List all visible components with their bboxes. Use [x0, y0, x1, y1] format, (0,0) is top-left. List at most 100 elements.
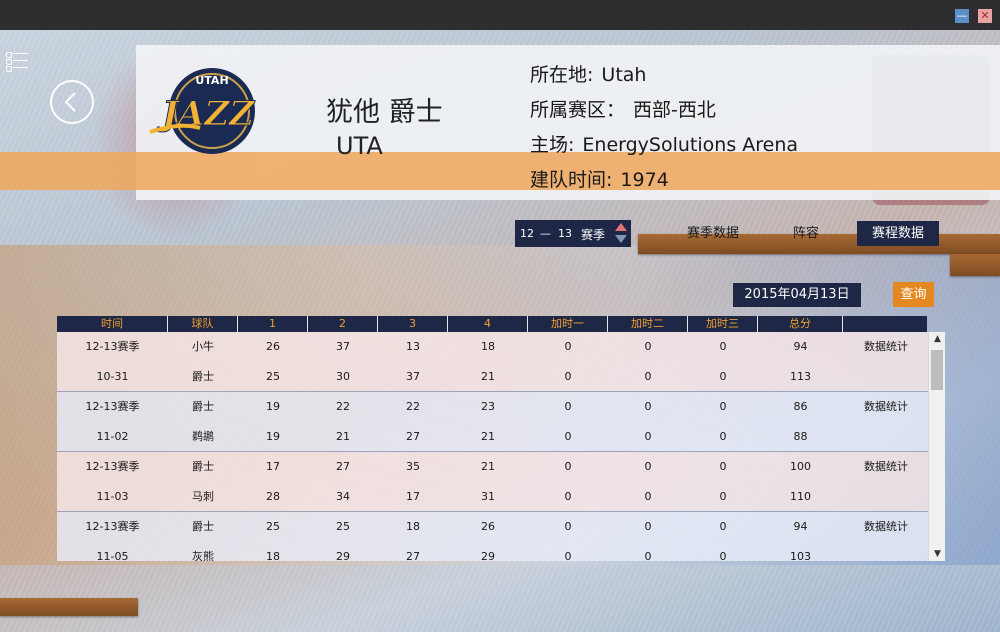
cell-date: 11-02 — [96, 430, 129, 443]
column-header: 球队 — [168, 316, 238, 332]
cell-score: 0 — [719, 400, 727, 413]
cell-total: 94 — [793, 520, 808, 533]
season-label: 赛季 — [581, 228, 606, 242]
scroll-down-icon[interactable]: ▼ — [929, 547, 945, 561]
cell-score: 22 — [336, 400, 350, 413]
cell-team: 鹈鹕 — [192, 430, 214, 443]
cell-score: 21 — [481, 460, 495, 473]
cell-total: 103 — [790, 550, 811, 561]
cell-team: 爵士 — [192, 520, 214, 533]
cell-score: 0 — [719, 340, 727, 353]
info-location: 所在地: Utah — [530, 60, 646, 87]
cell-total: 86 — [793, 400, 808, 413]
cell-score: 0 — [564, 400, 572, 413]
wood-plank-decoration — [0, 598, 138, 616]
schedule-table: 时间 球队 1 2 3 4 加时一 加时二 加时三 总分 12-13赛季 小牛 26… — [57, 316, 945, 561]
column-header: 加时一 — [528, 316, 608, 332]
season-up-icon[interactable] — [615, 223, 627, 231]
table-body: 12-13赛季 小牛 26 37 13 18 0 0 0 94 10-31 爵士 25 30 37 21 0 0 0… — [57, 332, 928, 561]
scroll-up-icon[interactable]: ▲ — [929, 332, 945, 346]
scrollbar-thumb[interactable] — [931, 350, 943, 390]
season-selector[interactable]: 12 — 13 赛季 — [515, 220, 631, 247]
cell-score: 0 — [719, 370, 727, 383]
column-header: 加时二 — [608, 316, 688, 332]
date-field[interactable]: 2015年04月13日 — [733, 283, 861, 307]
menu-icon[interactable] — [6, 50, 28, 72]
info-label: 所在地: — [530, 64, 594, 86]
tab-roster[interactable]: 阵容 — [780, 221, 832, 246]
cell-score: 0 — [644, 340, 652, 353]
cell-date: 11-03 — [96, 490, 129, 503]
column-header: 总分 — [758, 316, 843, 332]
team-logo: UTAH JAZZ — [140, 62, 274, 160]
cell-season: 12-13赛季 — [85, 520, 140, 533]
info-label: 建队时间: — [530, 169, 613, 191]
cell-score: 34 — [336, 490, 350, 503]
info-label: 所属赛区： — [530, 99, 626, 121]
cell-score: 21 — [481, 370, 495, 383]
cell-score: 21 — [481, 430, 495, 443]
table-row[interactable]: 12-13赛季 小牛 26 37 13 18 0 0 0 94 10-31 爵士 25 30 37 21 0 0 0… — [57, 332, 928, 392]
cell-score: 26 — [266, 340, 280, 353]
table-row[interactable]: 12-13赛季 爵士 17 27 35 21 0 0 0 100 11-03 马刺 28 34 17 31 0 0… — [57, 452, 928, 512]
cell-total: 113 — [790, 370, 811, 383]
info-value: EnergySolutions Arena — [582, 134, 799, 156]
stats-link[interactable]: 数据统计 — [847, 452, 925, 482]
table-header: 时间 球队 1 2 3 4 加时一 加时二 加时三 总分 — [57, 316, 927, 332]
cell-score: 0 — [564, 490, 572, 503]
column-header: 3 — [378, 316, 448, 332]
cell-score: 25 — [266, 370, 280, 383]
info-division: 所属赛区： 西部-西北 — [530, 95, 716, 122]
cell-score: 0 — [644, 430, 652, 443]
minimize-button[interactable]: — — [955, 9, 969, 23]
cell-season: 12-13赛季 — [85, 460, 140, 473]
info-label: 主场: — [530, 134, 575, 156]
team-abbreviation: UTA — [336, 132, 383, 160]
column-header: 2 — [308, 316, 378, 332]
cell-score: 0 — [564, 370, 572, 383]
tab-schedule[interactable]: 赛程数据 — [857, 221, 939, 246]
cell-score: 31 — [481, 490, 495, 503]
cell-score: 35 — [406, 460, 420, 473]
stats-link[interactable]: 数据统计 — [847, 392, 925, 422]
wood-plank-decoration — [950, 254, 1000, 276]
cell-score: 0 — [564, 340, 572, 353]
cell-date: 10-31 — [96, 370, 129, 383]
season-down-icon[interactable] — [615, 235, 627, 243]
cell-score: 30 — [336, 370, 350, 383]
info-value: 1974 — [620, 169, 669, 191]
cell-score: 25 — [336, 520, 350, 533]
table-row[interactable]: 12-13赛季 爵士 19 22 22 23 0 0 0 86 11-02 鹈鹕 19 21 27 21 0 0 0… — [57, 392, 928, 452]
cell-score: 0 — [644, 490, 652, 503]
table-row[interactable]: 12-13赛季 爵士 25 25 18 26 0 0 0 94 11-05 灰熊 18 29 27 29 0 0 0… — [57, 512, 928, 561]
cell-score: 28 — [266, 490, 280, 503]
cell-season: 12-13赛季 — [85, 340, 140, 353]
cell-score: 0 — [564, 430, 572, 443]
query-button[interactable]: 查询 — [893, 282, 934, 307]
cell-score: 0 — [719, 460, 727, 473]
chevron-left-icon — [64, 92, 76, 112]
cell-score: 37 — [406, 370, 420, 383]
cell-score: 0 — [564, 520, 572, 533]
cell-score: 37 — [336, 340, 350, 353]
tab-season-stats[interactable]: 赛季数据 — [673, 221, 753, 246]
cell-score: 26 — [481, 520, 495, 533]
vertical-scrollbar[interactable]: ▲ ▼ — [928, 332, 945, 561]
cell-score: 0 — [719, 430, 727, 443]
stats-link[interactable]: 数据统计 — [847, 512, 925, 542]
info-value: 西部-西北 — [633, 99, 716, 121]
cell-score: 29 — [336, 550, 350, 561]
logo-utah-text: UTAH — [195, 74, 228, 87]
cell-score: 19 — [266, 430, 280, 443]
cell-score: 0 — [719, 490, 727, 503]
back-button[interactable] — [50, 80, 94, 124]
column-header: 时间 — [57, 316, 168, 332]
stats-link[interactable]: 数据统计 — [847, 332, 925, 362]
close-button[interactable]: ✕ — [978, 9, 992, 23]
info-value: Utah — [601, 64, 647, 86]
column-header: 1 — [238, 316, 308, 332]
cell-score: 19 — [266, 400, 280, 413]
cell-score: 18 — [406, 520, 420, 533]
cell-score: 0 — [564, 550, 572, 561]
cell-team: 爵士 — [192, 370, 214, 383]
